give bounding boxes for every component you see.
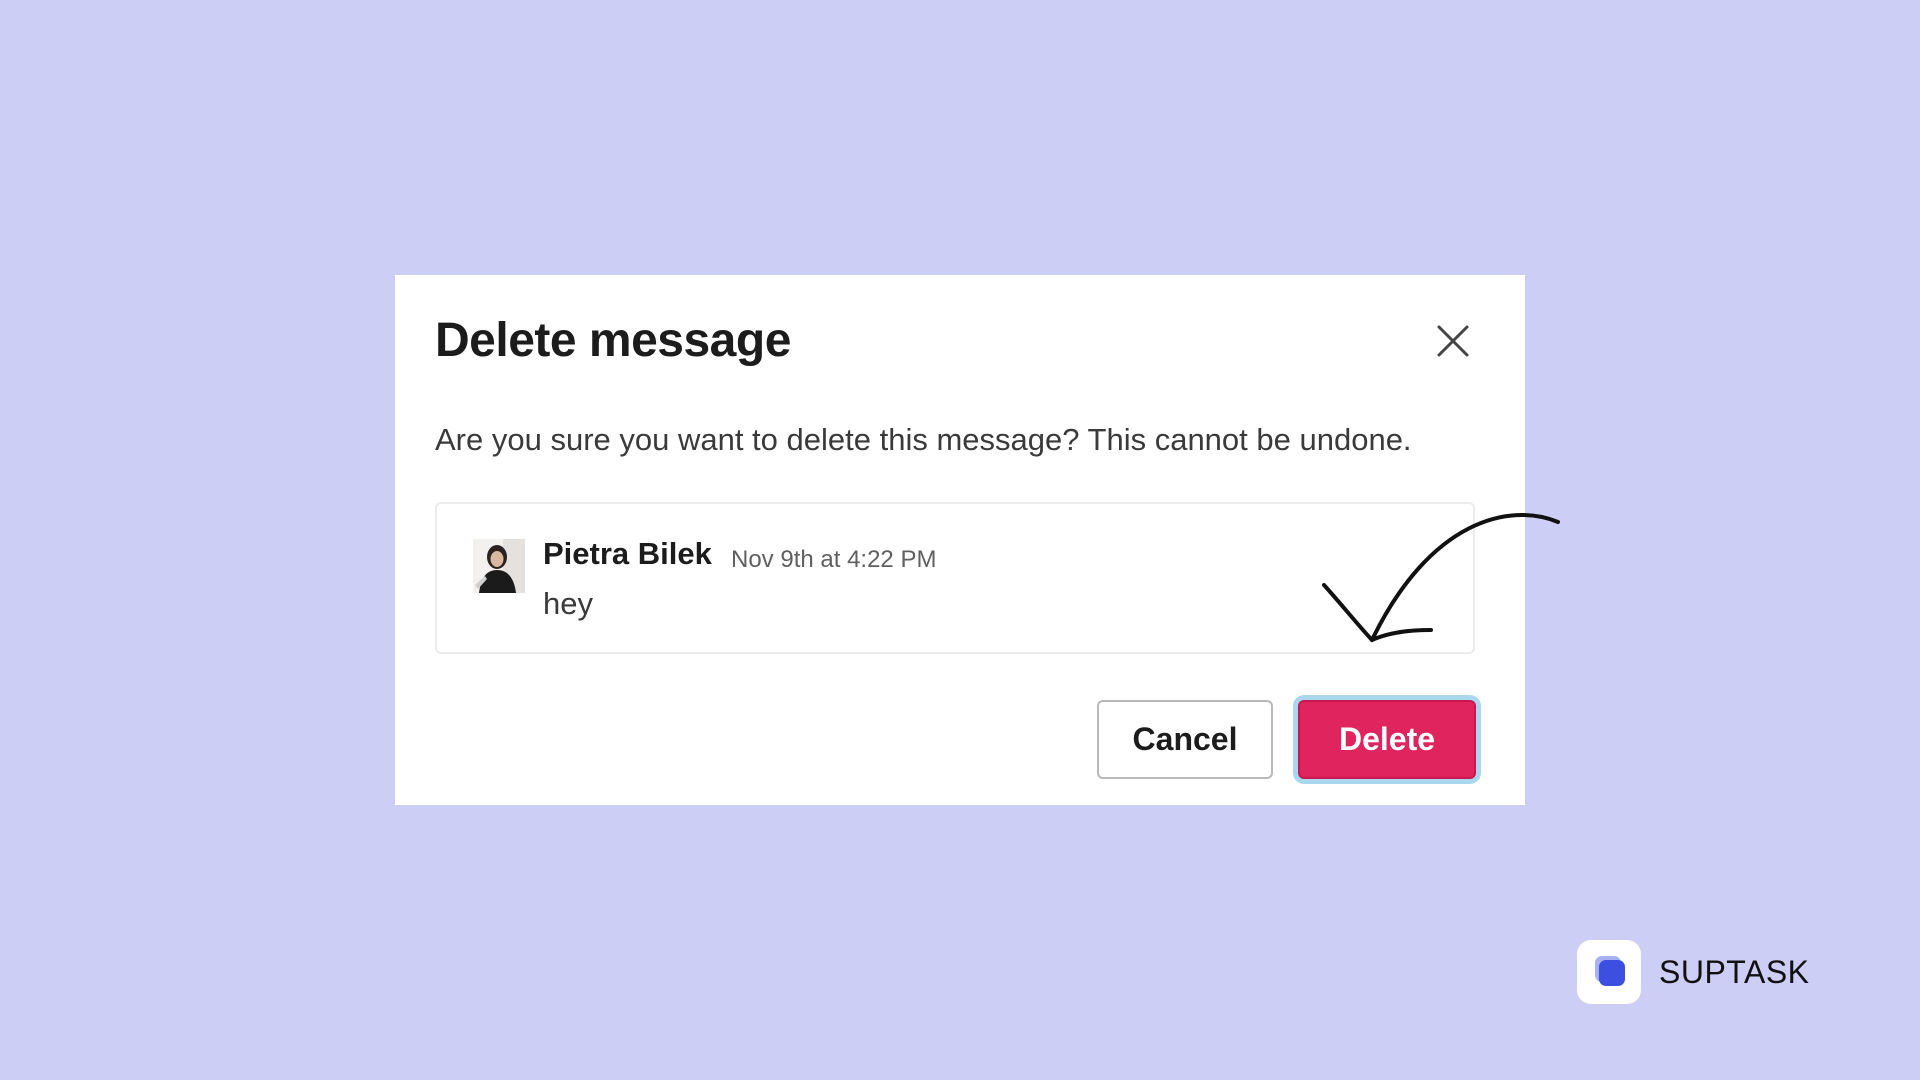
close-icon bbox=[1437, 325, 1469, 357]
hand-drawn-arrow-icon bbox=[1322, 513, 1560, 642]
suptask-brand: SUPTASK bbox=[1577, 940, 1810, 1004]
avatar bbox=[473, 539, 525, 593]
message-timestamp: Nov 9th at 4:22 PM bbox=[731, 546, 937, 573]
cancel-button[interactable]: Cancel bbox=[1097, 700, 1273, 779]
dialog-description: Are you sure you want to delete this mes… bbox=[435, 422, 1412, 457]
brand-name: SUPTASK bbox=[1659, 953, 1810, 990]
delete-button[interactable]: Delete bbox=[1298, 700, 1476, 779]
suptask-logo-icon bbox=[1577, 940, 1641, 1004]
dialog-title: Delete message bbox=[435, 314, 791, 367]
close-button[interactable] bbox=[1431, 319, 1475, 363]
message-text: hey bbox=[543, 586, 593, 621]
message-author: Pietra Bilek bbox=[543, 536, 712, 571]
